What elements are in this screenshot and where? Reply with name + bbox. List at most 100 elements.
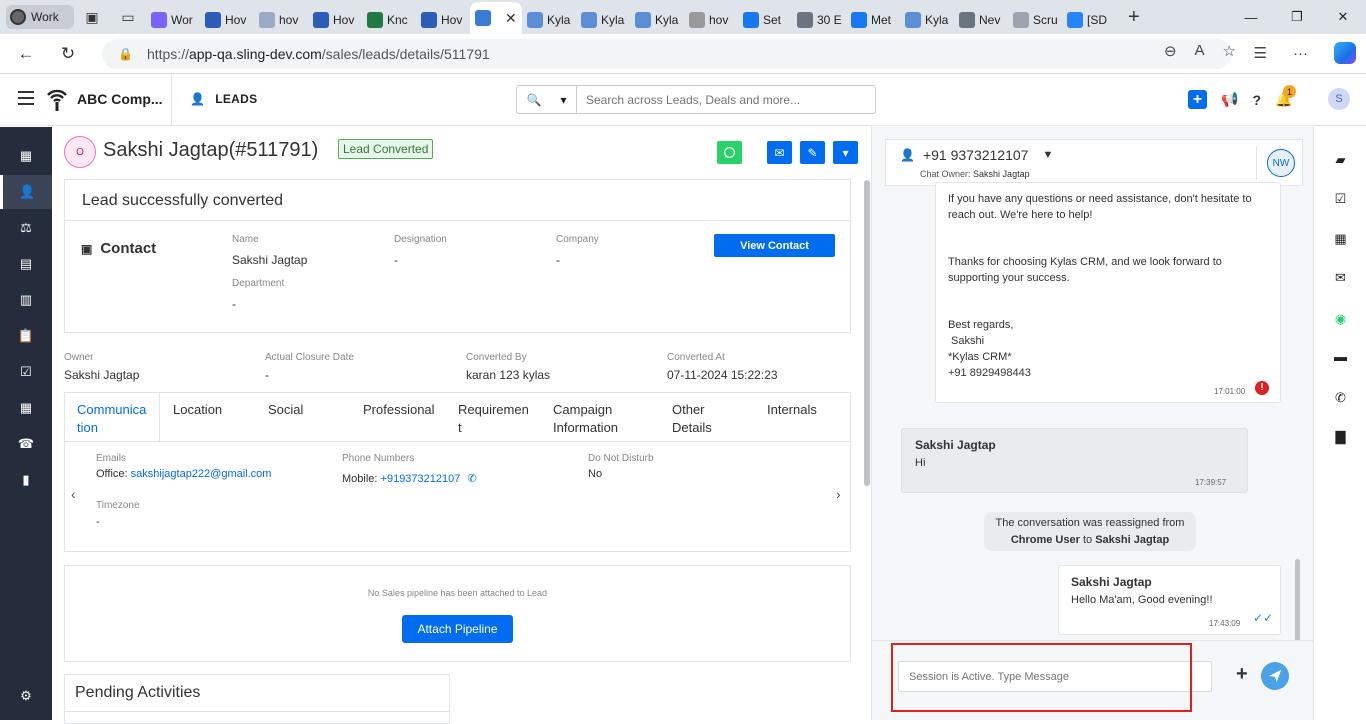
- browser-tab[interactable]: Nev: [954, 6, 1008, 34]
- whatsapp-button[interactable]: [717, 141, 742, 164]
- browser-tab[interactable]: Hov: [416, 6, 470, 34]
- more-actions-button[interactable]: ▾: [833, 141, 858, 164]
- tab-internals[interactable]: Internals: [767, 401, 817, 419]
- browser-profile-button[interactable]: Work: [6, 5, 74, 29]
- folder-icon[interactable]: ▇: [1314, 426, 1366, 448]
- dnd-value: No: [588, 468, 603, 480]
- tab-social[interactable]: Social: [268, 401, 303, 419]
- owner-avatar[interactable]: NW: [1267, 149, 1295, 177]
- error-icon[interactable]: !: [1255, 381, 1269, 395]
- browser-tab[interactable]: Set: [738, 6, 792, 34]
- more-menu-icon[interactable]: ···: [1293, 45, 1308, 62]
- chevron-right-icon[interactable]: ›: [836, 486, 841, 502]
- help-icon[interactable]: ?: [1252, 92, 1261, 108]
- tab-professional[interactable]: Professional: [363, 401, 435, 419]
- tasks-icon[interactable]: 📋: [0, 319, 52, 353]
- announcement-icon[interactable]: 📢: [1221, 91, 1238, 108]
- browser-tab-label: Kyla: [925, 13, 949, 27]
- back-icon[interactable]: ←: [10, 38, 42, 70]
- call-log-icon[interactable]: ☎: [0, 427, 52, 461]
- tab-actions-icon[interactable]: ▭: [120, 9, 136, 25]
- email-button[interactable]: ✉: [767, 141, 792, 164]
- new-tab-button[interactable]: +: [1128, 6, 1140, 29]
- call-icon[interactable]: ✆: [467, 473, 476, 485]
- task-check-icon[interactable]: ☑: [1314, 188, 1366, 210]
- chat-scrollbar[interactable]: [1295, 559, 1300, 647]
- tab-requirement[interactable]: Requiremen t: [458, 401, 529, 437]
- refresh-icon[interactable]: ↻: [52, 38, 84, 70]
- tab-campaign[interactable]: Campaign Information: [553, 401, 618, 437]
- browser-tab[interactable]: [SD: [1062, 6, 1116, 34]
- workspaces-icon[interactable]: ▣: [84, 9, 100, 25]
- calendar-icon[interactable]: ▦: [1314, 228, 1366, 250]
- view-contact-button[interactable]: View Contact: [714, 234, 835, 257]
- chevron-left-icon[interactable]: ‹: [71, 486, 76, 502]
- notes-icon[interactable]: ▰: [1314, 149, 1366, 171]
- browser-tab[interactable]: Hov: [308, 6, 362, 34]
- browser-tab[interactable]: hov: [684, 6, 738, 34]
- send-button[interactable]: [1261, 662, 1289, 690]
- user-avatar[interactable]: S: [1328, 88, 1350, 110]
- close-tab-icon[interactable]: ✕: [505, 10, 517, 27]
- owner-value: Sakshi Jagtap: [64, 368, 140, 382]
- close-window-button[interactable]: ✕: [1320, 0, 1366, 34]
- phone-link[interactable]: +919373212107: [381, 473, 461, 485]
- attach-plus-icon[interactable]: +: [1236, 663, 1248, 686]
- department-value: -: [232, 297, 236, 311]
- browser-tab[interactable]: Wor: [146, 6, 200, 34]
- browser-tab-label: Hov: [441, 13, 463, 27]
- menu-icon[interactable]: [18, 91, 34, 105]
- url-field[interactable]: 🔒 https://app-qa.sling-dev.com/sales/lea…: [102, 39, 1232, 69]
- main-scrollbar[interactable]: [864, 180, 870, 486]
- quick-add-button[interactable]: +: [1188, 90, 1207, 109]
- settings-icon[interactable]: ⚙: [0, 679, 52, 713]
- deals-icon[interactable]: ⚖: [0, 211, 52, 245]
- browser-tab[interactable]: ✕: [470, 2, 522, 34]
- browser-tab[interactable]: Kyla: [576, 6, 630, 34]
- calendar-icon[interactable]: ▦: [0, 391, 52, 425]
- leads-icon[interactable]: 👤: [0, 175, 52, 209]
- browser-tab[interactable]: Scru: [1008, 6, 1062, 34]
- tab-communication[interactable]: Communica tion: [65, 393, 160, 442]
- chat-phone-selector[interactable]: 👤 +91 9373212107 ▼: [900, 147, 1053, 163]
- edit-button[interactable]: ✎: [800, 141, 825, 164]
- zoom-icon[interactable]: ⊖: [1164, 42, 1177, 60]
- checklist-icon[interactable]: ☑: [0, 355, 52, 389]
- message-line: +91 8929498443: [948, 367, 1031, 379]
- favorite-star-icon[interactable]: ☆: [1223, 42, 1236, 60]
- email-link[interactable]: sakshijagtap222@gmail.com: [131, 468, 272, 480]
- read-aloud-icon[interactable]: A: [1195, 42, 1205, 60]
- browser-tab[interactable]: Kyla: [522, 6, 576, 34]
- mail-icon[interactable]: ✉: [1314, 267, 1366, 289]
- attach-pipeline-button[interactable]: Attach Pipeline: [402, 615, 513, 643]
- pending-activities-title: Pending Activities: [75, 684, 201, 701]
- browser-tab[interactable]: Knc: [362, 6, 416, 34]
- whatsapp-icon[interactable]: ◉: [1314, 308, 1366, 330]
- reports-icon[interactable]: ▮: [0, 463, 52, 497]
- phone-icon[interactable]: ✆: [1314, 387, 1366, 409]
- browser-tab[interactable]: hov: [254, 6, 308, 34]
- search-input[interactable]: [577, 86, 875, 113]
- restore-button[interactable]: ❐: [1274, 0, 1320, 34]
- companies-icon[interactable]: ▥: [0, 283, 52, 317]
- chat-bubble-icon[interactable]: ▬: [1314, 345, 1366, 367]
- message-time: 17:43:09: [1209, 619, 1241, 628]
- tab-location[interactable]: Location: [173, 401, 222, 419]
- dashboard-icon[interactable]: ▦: [0, 139, 52, 173]
- browser-tab[interactable]: Hov: [200, 6, 254, 34]
- favorites-icon[interactable]: ☰: [1254, 44, 1267, 62]
- notifications-button[interactable]: 🔔 1: [1275, 85, 1296, 108]
- browser-tab[interactable]: Kyla: [900, 6, 954, 34]
- lead-detail-panel: O Sakshi Jagtap(#511791) Lead Converted …: [52, 127, 871, 724]
- browser-tab[interactable]: Met: [846, 6, 900, 34]
- email-value: Office: sakshijagtap222@gmail.com: [96, 468, 271, 480]
- copilot-icon[interactable]: [1334, 42, 1356, 64]
- window-controls: — ❐ ✕: [1228, 0, 1366, 34]
- search-scope-dropdown[interactable]: 🔍 ▾: [517, 86, 577, 113]
- company-name[interactable]: ABC Comp...: [77, 91, 163, 107]
- tab-other-details[interactable]: Other Details: [672, 401, 712, 437]
- contacts-icon[interactable]: ▤: [0, 247, 52, 281]
- minimize-button[interactable]: —: [1228, 0, 1274, 34]
- browser-tab[interactable]: Kyla: [630, 6, 684, 34]
- browser-tab[interactable]: 30 E: [792, 6, 846, 34]
